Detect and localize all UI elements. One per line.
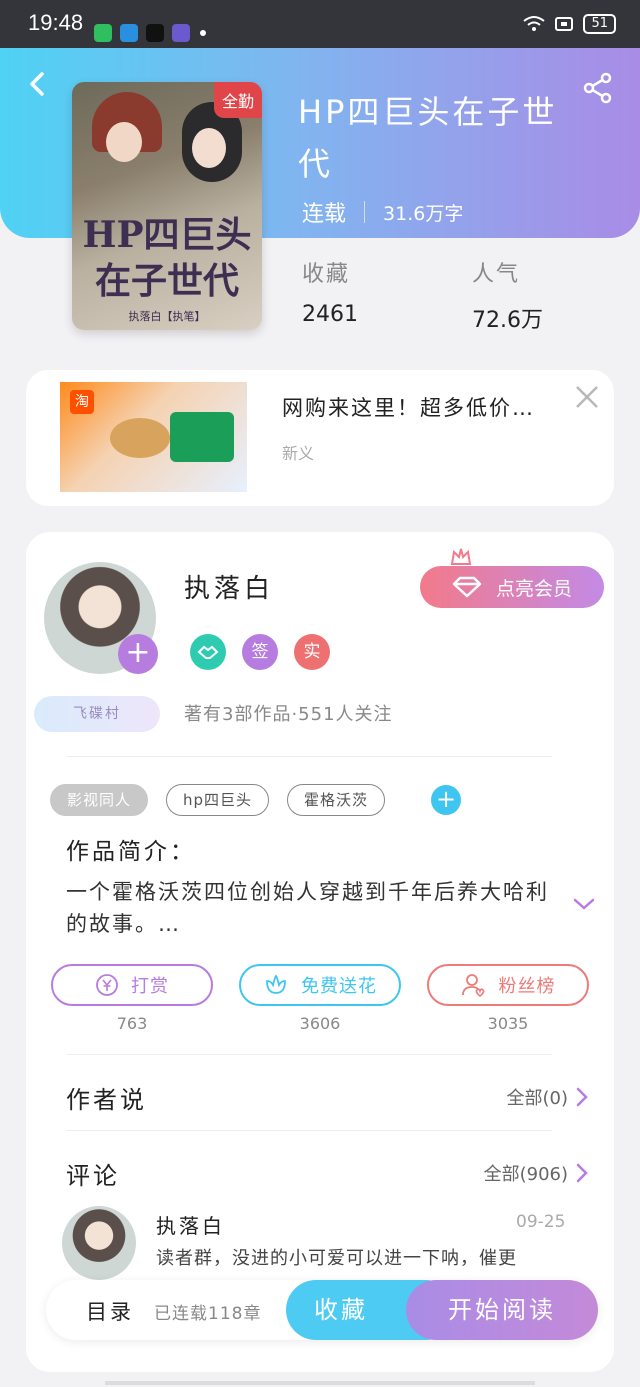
battery-indicator: 51 xyxy=(583,14,616,34)
crown-icon xyxy=(450,548,472,565)
start-reading-button[interactable]: 开始阅读 xyxy=(406,1280,598,1340)
author-badges: 签 实 xyxy=(190,634,330,670)
fan-ranking-label: 粉丝榜 xyxy=(498,976,556,997)
divider xyxy=(66,756,552,757)
fan-ranking-button[interactable]: 粉丝榜 xyxy=(427,964,589,1006)
add-tag-button[interactable]: + xyxy=(431,785,462,815)
popularity-value: 72.6万 xyxy=(472,308,543,333)
home-indicator[interactable] xyxy=(105,1381,535,1385)
flower-count: 3606 xyxy=(299,1014,341,1033)
tip-count: 763 xyxy=(116,1014,148,1033)
tag-item[interactable]: hp四巨头 xyxy=(166,784,270,816)
product-box-image xyxy=(170,412,234,462)
tiktok-icon xyxy=(146,24,164,42)
vip-label: 点亮会员 xyxy=(495,577,572,600)
sim-icon xyxy=(555,17,574,31)
intro-text[interactable]: 一个霍格沃茨四位创始人穿越到千年后养大哈利的故事。… xyxy=(66,876,556,940)
village-badge[interactable]: 飞碟村 xyxy=(34,696,160,732)
status-bar: 19:48 51 xyxy=(0,0,640,48)
intro-title: 作品简介： xyxy=(66,839,196,865)
book-meta: 连载 31.6万字 xyxy=(302,196,463,228)
divider xyxy=(66,1054,552,1055)
comments-more-label: 全部(906) xyxy=(483,1164,568,1185)
ad-image[interactable]: 淘 xyxy=(60,382,247,492)
comment-date: 09-25 xyxy=(516,1212,566,1232)
fan-icon xyxy=(461,974,484,998)
handshake-icon[interactable] xyxy=(190,634,226,670)
author-says-more[interactable]: 全部(0) xyxy=(507,1084,589,1110)
share-icon[interactable] xyxy=(582,72,614,104)
commenter-name[interactable]: 执落白 xyxy=(156,1210,225,1239)
chevron-right-icon xyxy=(576,1087,588,1107)
cover-figure xyxy=(192,128,226,168)
serial-chapters[interactable]: 已连载118章 xyxy=(154,1299,261,1324)
signed-badge[interactable]: 签 xyxy=(242,634,278,670)
verified-badge[interactable]: 实 xyxy=(294,634,330,670)
word-count: 31.6万字 xyxy=(383,202,464,225)
comments-title: 评论 xyxy=(66,1162,120,1190)
toc-button[interactable]: 目录 xyxy=(86,1296,134,1326)
wifi-icon xyxy=(523,16,546,31)
commenter-avatar[interactable] xyxy=(62,1206,136,1280)
favorites-label: 收藏 xyxy=(302,262,351,287)
author-name[interactable]: 执落白 xyxy=(184,568,274,605)
bread-image xyxy=(110,418,170,458)
works-info: 著有3部作品·551人关注 xyxy=(184,704,393,725)
ad-source: 新义 xyxy=(282,444,315,463)
cover-author: 执落白【执笔】 xyxy=(128,310,206,323)
send-flower-button[interactable]: 免费送花 xyxy=(239,964,401,1006)
bottom-action-bar: 目录 已连载118章 收藏 开始阅读 xyxy=(46,1280,598,1340)
ad-title[interactable]: 网购来这里！超多低价… xyxy=(282,392,535,422)
yen-icon xyxy=(96,974,118,996)
app-notification-icon xyxy=(120,24,138,42)
book-cover[interactable]: 全勤 HP四巨头在子世代 执落白【执笔】 xyxy=(72,82,262,330)
app-notification-icon xyxy=(94,24,112,42)
comments-more[interactable]: 全部(906) xyxy=(484,1160,588,1186)
tag-list: 影视同人 hp四巨头 霍格沃茨 + xyxy=(50,784,462,816)
author-says-more-label: 全部(0) xyxy=(506,1088,569,1109)
chevron-down-icon[interactable] xyxy=(572,896,596,912)
chevron-right-icon xyxy=(576,1163,588,1183)
back-icon[interactable] xyxy=(24,70,52,98)
flower-icon xyxy=(266,974,286,994)
close-icon[interactable] xyxy=(574,384,600,410)
ad-card[interactable]: 淘 网购来这里！超多低价… 新义 xyxy=(26,370,614,506)
cover-title: HP四巨头在子世代 xyxy=(82,214,252,302)
author-says-title: 作者说 xyxy=(66,1086,147,1114)
tag-item[interactable]: 霍格沃茨 xyxy=(287,784,386,816)
popularity-label: 人气 xyxy=(472,262,521,287)
more-notifications-dot xyxy=(200,30,206,36)
comment-text[interactable]: 读者群，没进的小可爱可以进一下呐，催更 xyxy=(156,1244,564,1274)
favorites-value: 2461 xyxy=(302,302,358,327)
tip-label: 打赏 xyxy=(131,976,169,997)
book-title: HP四巨头在子世代 xyxy=(298,93,558,183)
meta-divider xyxy=(364,201,366,223)
diamond-icon xyxy=(452,576,482,598)
divider xyxy=(66,1130,552,1131)
favorites-stat: 收藏 2461 xyxy=(302,256,358,327)
send-flower-label: 免费送花 xyxy=(301,976,377,997)
vip-button[interactable]: 点亮会员 xyxy=(420,566,604,608)
fan-count: 3035 xyxy=(487,1014,529,1033)
taobao-logo: 淘 xyxy=(70,390,94,414)
follow-author-button[interactable]: + xyxy=(118,634,158,674)
status-time: 19:48 xyxy=(28,10,84,35)
attendance-badge: 全勤 xyxy=(213,82,262,118)
tag-item[interactable]: 影视同人 xyxy=(50,784,149,816)
tip-button[interactable]: 打赏 xyxy=(51,964,213,1006)
serial-status: 连载 xyxy=(302,202,347,227)
popularity-stat: 人气 72.6万 xyxy=(472,256,543,334)
cover-figure xyxy=(106,122,142,162)
app-notification-icon xyxy=(172,24,190,42)
